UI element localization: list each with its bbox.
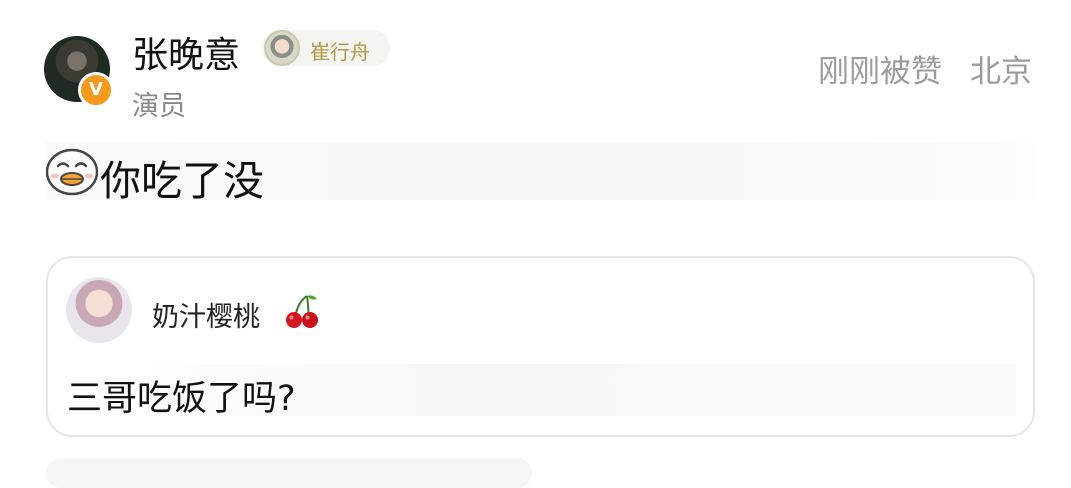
comment-text: 你吃了没 (100, 157, 264, 205)
quoted-author-name[interactable]: 奶汁樱桃 (152, 295, 260, 334)
role-tag-avatar (264, 30, 300, 66)
comment-author-name[interactable]: 张晚意 (132, 26, 240, 78)
quoted-author-avatar[interactable] (66, 277, 132, 343)
next-comment-preview (46, 458, 532, 488)
quoted-comment-text: 三哥吃饭了吗? (67, 379, 296, 419)
duck-emoji-icon (46, 148, 98, 196)
author-profession: 演员 (132, 91, 186, 122)
comment-location: 北京 (970, 54, 1032, 90)
verified-badge-icon: V (78, 72, 114, 108)
like-status: 刚刚被赞 (818, 54, 942, 90)
cherry-icon (286, 295, 318, 328)
role-tag-name: 崔行舟 (310, 40, 370, 64)
